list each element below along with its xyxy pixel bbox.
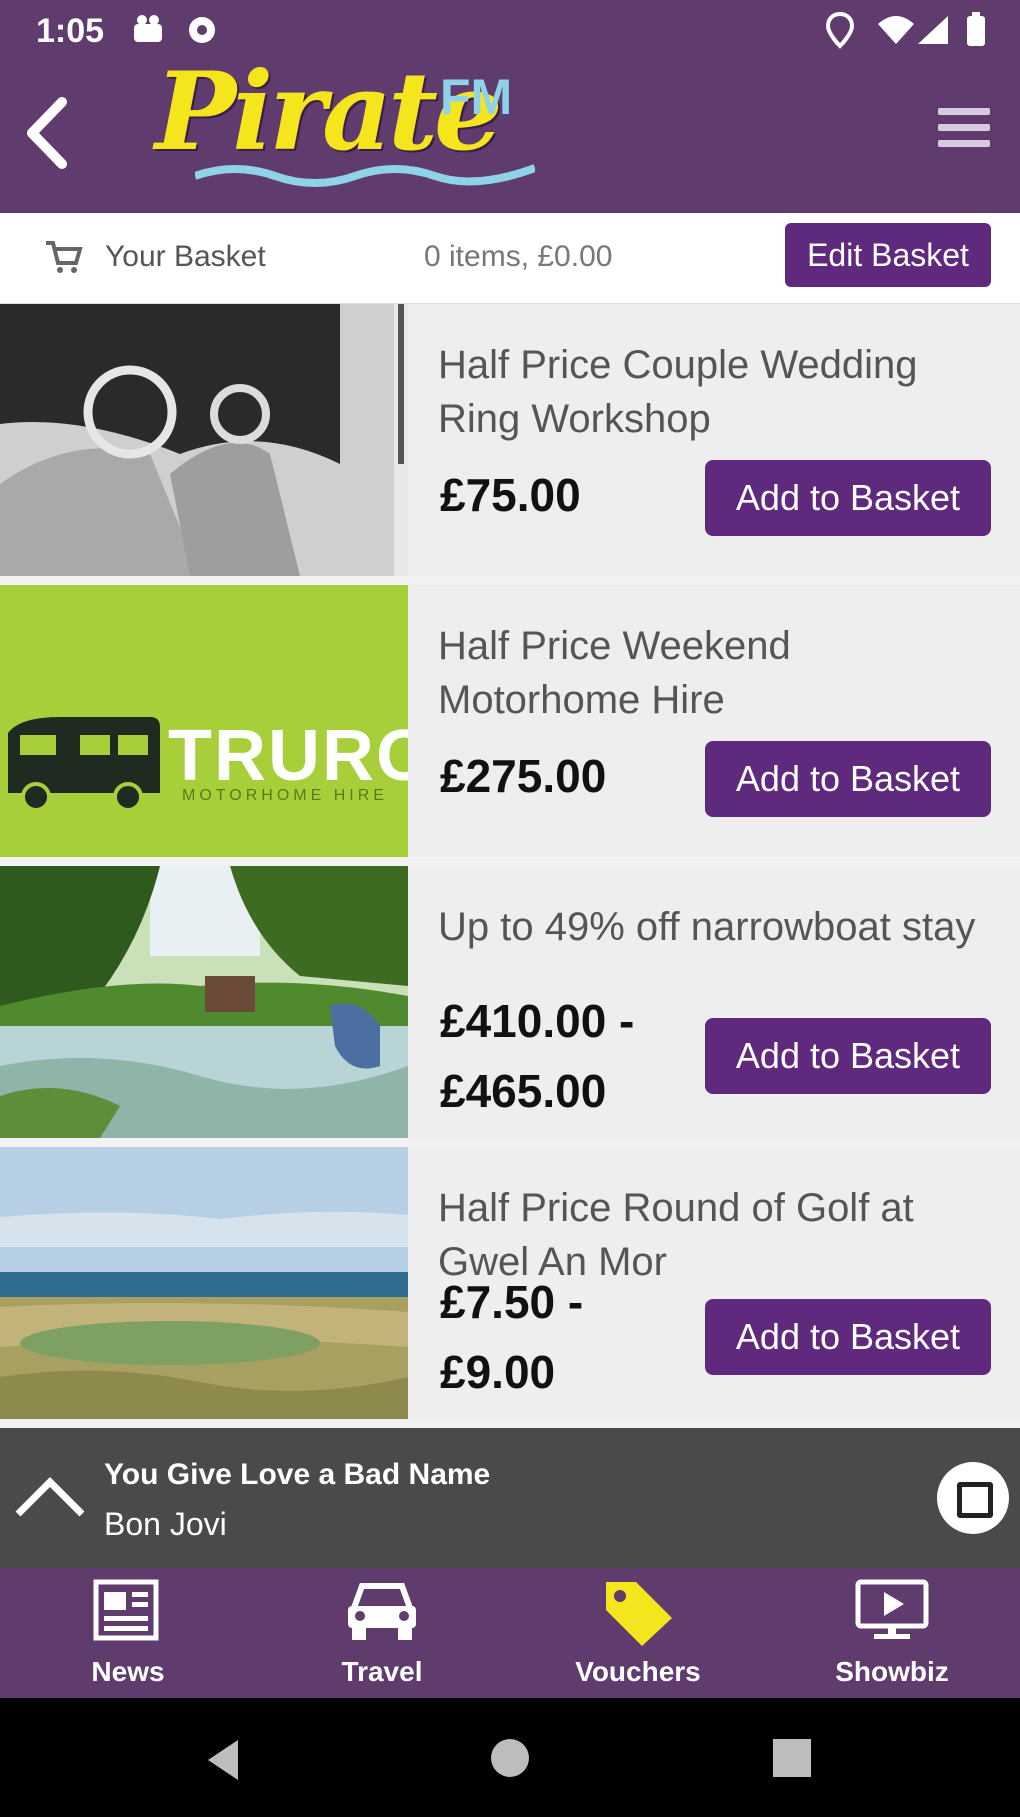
wifi-icon bbox=[878, 16, 914, 44]
voucher-price-from: £7.50 - bbox=[440, 1276, 584, 1328]
location-icon bbox=[825, 11, 855, 49]
nav-travel[interactable]: Travel bbox=[292, 1568, 472, 1698]
add-to-basket-button[interactable]: Add to Basket bbox=[705, 1299, 991, 1375]
voucher-item[interactable]: TRURO MOTORHOME HIRE Half Price Weekend … bbox=[0, 585, 1020, 857]
voucher-title: Up to 49% off narrowboat stay bbox=[438, 905, 976, 949]
basket-summary: 0 items, £0.00 bbox=[424, 240, 613, 273]
back-icon[interactable] bbox=[14, 88, 84, 178]
stop-button[interactable] bbox=[937, 1462, 1009, 1534]
voucher-title: Half Price Couple Wedding Ring Workshop bbox=[438, 343, 918, 441]
voucher-image-rings bbox=[0, 304, 408, 576]
nav-label: Vouchers bbox=[575, 1656, 701, 1687]
now-playing-title: You Give Love a Bad Name bbox=[104, 1458, 491, 1491]
now-playing-artist: Bon Jovi bbox=[104, 1506, 227, 1542]
nav-label: Travel bbox=[341, 1656, 423, 1687]
logo-wave bbox=[195, 164, 535, 187]
bottom-navigation: News Travel Vouchers Showbiz bbox=[0, 1568, 1020, 1698]
logo-fm: FM bbox=[440, 69, 513, 125]
voucher-item[interactable]: Up to 49% off narrowboat stay £410.00 - … bbox=[0, 866, 1020, 1138]
settings-icon bbox=[189, 17, 215, 43]
voucher-item[interactable]: Half Price Round of Golf at Gwel An Mor … bbox=[0, 1147, 1020, 1419]
car-icon bbox=[348, 1583, 416, 1640]
voucher-title: Half Price Weekend Motorhome Hire bbox=[438, 624, 791, 722]
now-playing-bar[interactable]: You Give Love a Bad Name Bon Jovi bbox=[0, 1428, 1020, 1568]
system-back-icon[interactable] bbox=[200, 1736, 248, 1784]
tv-icon bbox=[855, 1579, 929, 1639]
voucher-price-to: £9.00 bbox=[440, 1346, 556, 1398]
system-navigation-bar bbox=[0, 1698, 1020, 1817]
tag-icon bbox=[606, 1582, 672, 1646]
add-to-basket-button[interactable]: Add to Basket bbox=[705, 741, 991, 817]
motorhome-icon bbox=[8, 717, 160, 812]
nav-showbiz[interactable]: Showbiz bbox=[802, 1568, 982, 1698]
hamburger-menu-icon[interactable] bbox=[938, 108, 990, 152]
basket-bar: Your Basket 0 items, £0.00 Edit Basket bbox=[0, 213, 1020, 304]
voucher-image-narrowboat bbox=[0, 866, 408, 1138]
nav-label: News bbox=[91, 1656, 165, 1687]
status-time: 1:05 bbox=[36, 12, 105, 50]
nav-vouchers[interactable]: Vouchers bbox=[548, 1568, 728, 1698]
status-bar: 1:05 bbox=[0, 0, 1020, 60]
voucher-price-from: £410.00 - bbox=[440, 995, 635, 1047]
truro-logo-subtext: MOTORHOME HIRE bbox=[182, 787, 388, 804]
add-to-basket-button[interactable]: Add to Basket bbox=[705, 460, 991, 536]
stop-icon bbox=[957, 1482, 993, 1518]
voucher-price-to: £465.00 bbox=[440, 1065, 607, 1117]
add-to-basket-button[interactable]: Add to Basket bbox=[705, 1018, 991, 1094]
shopping-cart-icon bbox=[46, 241, 83, 273]
battery-icon bbox=[967, 12, 985, 46]
pirate-fm-logo: Pirate FM bbox=[155, 58, 545, 198]
voucher-image-golf bbox=[0, 1147, 408, 1419]
edit-basket-button[interactable]: Edit Basket bbox=[785, 223, 991, 287]
signal-icon bbox=[918, 16, 948, 44]
notification-icon bbox=[134, 15, 162, 42]
chevron-up-icon[interactable] bbox=[12, 1466, 88, 1526]
voucher-price: £275.00 bbox=[440, 750, 607, 802]
voucher-item[interactable]: Half Price Couple Wedding Ring Workshop … bbox=[0, 304, 1020, 576]
nav-label: Showbiz bbox=[835, 1656, 949, 1687]
newspaper-icon bbox=[93, 1579, 159, 1641]
nav-news[interactable]: News bbox=[38, 1568, 218, 1698]
basket-label: Your Basket bbox=[105, 240, 266, 273]
system-recents-icon[interactable] bbox=[770, 1736, 814, 1780]
voucher-price: £75.00 bbox=[440, 469, 581, 521]
truro-logo-text: TRURO bbox=[168, 716, 408, 796]
app-header: 1:05 Pirate FM bbox=[0, 0, 1020, 213]
voucher-image-motorhome: TRURO MOTORHOME HIRE bbox=[0, 585, 408, 857]
system-home-icon[interactable] bbox=[488, 1736, 532, 1780]
